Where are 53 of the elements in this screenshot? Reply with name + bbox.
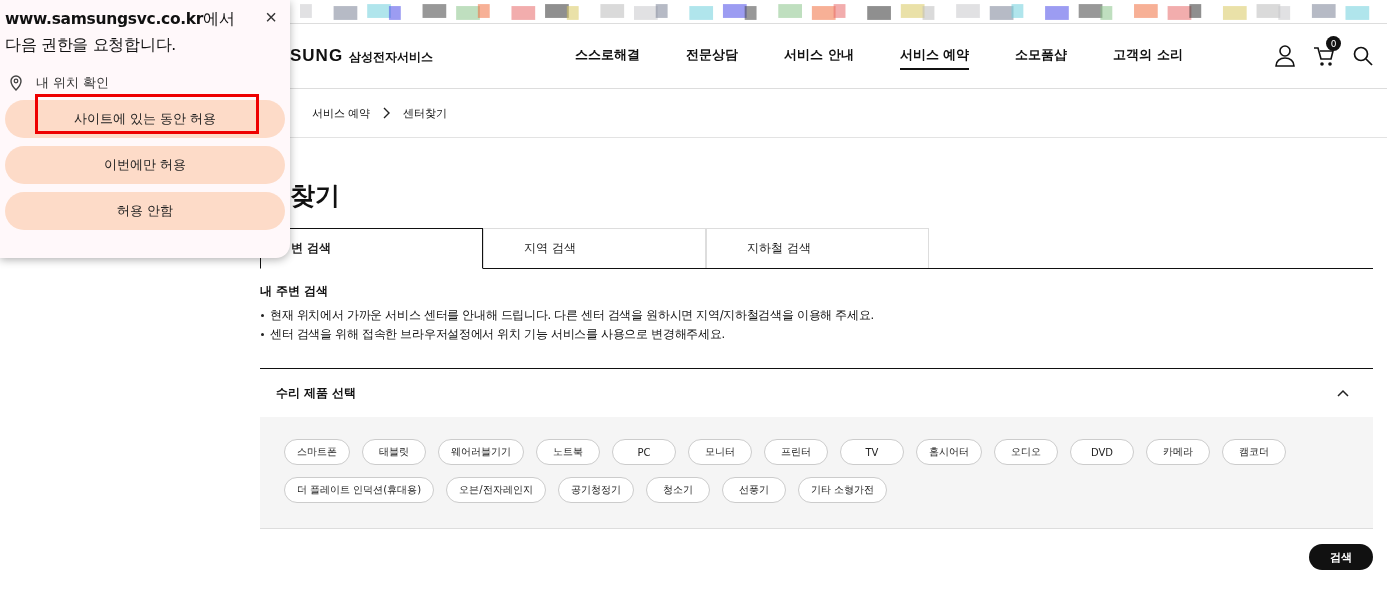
permission-button[interactable]: 이번에만 허용 [5, 146, 285, 184]
product-chip[interactable]: 캠코더 [1222, 439, 1286, 465]
product-chip[interactable]: 웨어러블기기 [438, 439, 524, 465]
nav-link[interactable]: 서비스 예약 [899, 42, 970, 70]
bullet-icon [261, 314, 264, 317]
permission-button[interactable]: 사이트에 있는 동안 허용 [5, 100, 285, 138]
product-chip[interactable]: TV [840, 439, 904, 465]
chevron-right-icon [382, 107, 391, 119]
nav-link[interactable]: 서비스 안내 [784, 42, 854, 70]
product-chip[interactable]: 태블릿 [362, 439, 426, 465]
product-chip[interactable]: DVD [1070, 439, 1134, 465]
tab[interactable]: 변 검색 [260, 228, 483, 269]
nav-link[interactable]: 소모품샵 [1015, 42, 1068, 70]
nav-link[interactable]: 고객의 소리 [1113, 42, 1183, 70]
permission-button[interactable]: 허용 안함 [5, 192, 285, 230]
product-chip[interactable]: 홈시어터 [916, 439, 982, 465]
bullet-icon [261, 333, 264, 336]
logo-subtitle: 삼성전자서비스 [349, 49, 434, 66]
bullet-text: 센터 검색을 위해 접속한 브라우저설정에서 위치 기능 서비스를 사용으로 변경해주세요. [270, 326, 725, 343]
popup-message: www.samsungsvc.co.kr에서 다음 권한을 요청합니다. [5, 9, 236, 56]
product-chip[interactable]: 오디오 [994, 439, 1058, 465]
chevron-up-icon[interactable] [1337, 389, 1349, 397]
product-chip[interactable]: 카메라 [1146, 439, 1210, 465]
page-title: 찾기 [290, 180, 341, 212]
product-chip[interactable]: 청소기 [645, 477, 710, 503]
product-chip[interactable]: 공기청정기 [557, 477, 634, 503]
close-button[interactable]: × [257, 6, 285, 28]
product-chip[interactable]: 더 플레이트 인덕션(휴대용) [284, 477, 435, 503]
user-icon[interactable] [1275, 45, 1295, 67]
product-chip[interactable]: 기타 소형가전 [797, 477, 887, 503]
search-button[interactable]: 검색 [1309, 544, 1373, 570]
product-chip[interactable]: 모니터 [688, 439, 752, 465]
section-heading: 내 주변 검색 [260, 283, 330, 300]
product-chip[interactable]: 선풍기 [721, 477, 786, 503]
nav-link[interactable]: 스스로해결 [575, 42, 640, 70]
nav-link[interactable]: 전문상담 [686, 42, 738, 70]
product-chip[interactable]: 노트북 [536, 439, 600, 465]
breadcrumb-link[interactable]: 서비스 예약 [312, 105, 371, 121]
logo-text: SUNG [290, 46, 344, 66]
tab[interactable]: 지역 검색 [483, 228, 706, 268]
product-chip[interactable]: PC [612, 439, 676, 465]
location-pin-icon [10, 75, 22, 91]
cart-count-badge: 0 [1326, 36, 1341, 51]
search-icon[interactable] [1353, 46, 1373, 66]
product-chip[interactable]: 스마트폰 [284, 439, 350, 465]
accordion-title: 수리 제품 선택 [276, 384, 357, 402]
tab[interactable]: 지하철 검색 [706, 228, 929, 268]
product-chip[interactable]: 프린터 [764, 439, 828, 465]
product-chip[interactable]: 오븐/전자레인지 [446, 477, 546, 503]
cart-icon[interactable] [1313, 45, 1335, 67]
breadcrumb-link[interactable]: 센터찾기 [402, 105, 447, 121]
permission-label: 내 위치 확인 [36, 74, 110, 92]
bullet-text: 현재 위치에서 가까운 서비스 센터를 안내해 드립니다. 다른 센터 검색을 원하시면 지역/지하철검색을 이용해 주세요. [270, 307, 874, 324]
